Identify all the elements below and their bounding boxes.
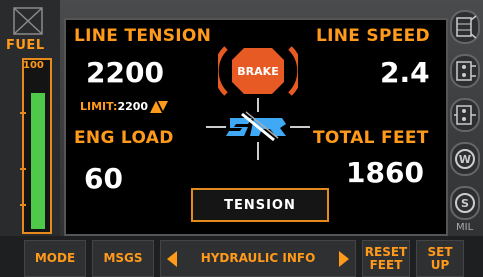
tension-mode-button[interactable]: TENSION [191,188,329,222]
main-display: LINE TENSION 2200 LIMIT: 2200 LINE SPEED… [64,18,448,236]
reel-icon[interactable] [450,98,480,132]
mil-label: MIL [456,222,474,233]
w-icon[interactable]: W [450,142,480,176]
line-tension-value: 2200 [86,56,164,89]
line-speed-label: LINE SPEED [316,26,430,46]
hydraulic-info-label: HYDRAULIC INFO [200,251,316,265]
disabled-x-icon [13,7,43,35]
fuel-gauge [22,58,52,234]
mode-softkey[interactable]: MODE [24,240,86,277]
fuel-level-bar [31,93,45,229]
fuel-scale-tick [20,112,26,114]
center-logo [206,98,310,160]
setup-softkey[interactable]: SET UP [416,240,464,277]
eng-load-label: ENG LOAD [74,128,174,148]
line-speed-value: 2.4 [380,56,430,89]
svg-text:BRAKE: BRAKE [237,65,278,78]
limit-adjust-icon[interactable] [150,100,169,113]
brake-indicator: BRAKE [218,46,298,96]
softkey-bar: MODE MSGS HYDRAULIC INFO RESET FEET SET … [0,236,483,277]
arrow-left-icon[interactable] [167,250,177,267]
reel-icon[interactable] [450,10,480,44]
arrow-right-icon[interactable] [338,250,349,267]
hydraulic-info-softkey[interactable]: HYDRAULIC INFO [160,240,356,277]
w-letter: W [455,149,475,169]
s-letter: S [455,193,475,213]
limit-value: 2200 [117,100,149,113]
eng-load-value: 60 [84,162,123,195]
total-feet-label: TOTAL FEET [313,128,429,148]
fuel-scale-tick [20,168,26,170]
limit-readout: LIMIT: 2200 [80,100,169,113]
fuel-scale-top: 100 [23,60,44,71]
right-icon-column: W S [448,8,483,236]
reel-icon[interactable] [450,54,480,88]
limit-label: LIMIT: [80,100,118,113]
fuel-panel: FUEL 100 [0,0,60,236]
s-icon[interactable]: S [450,186,480,220]
msgs-softkey[interactable]: MSGS [92,240,154,277]
fuel-scale-tick [20,204,26,206]
reset-feet-softkey[interactable]: RESET FEET [362,240,410,277]
line-tension-label: LINE TENSION [74,26,212,46]
fuel-label: FUEL [6,38,45,53]
total-feet-value: 1860 [346,156,424,189]
